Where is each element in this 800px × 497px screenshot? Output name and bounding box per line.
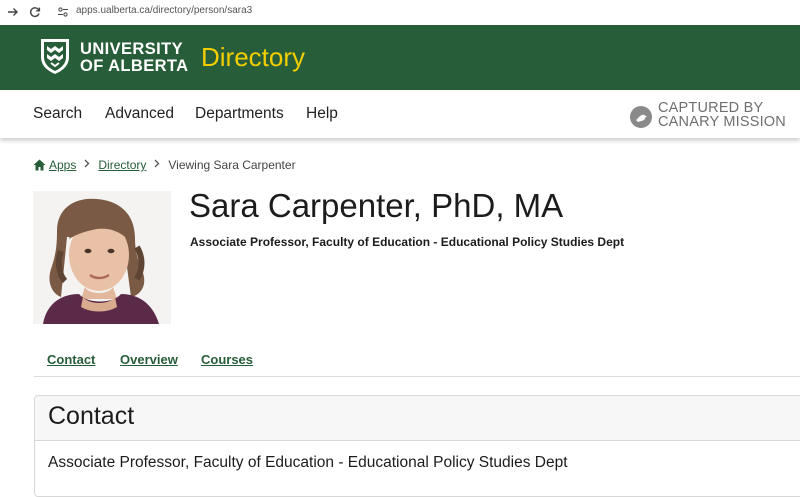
canary-text: CAPTURED BY CANARY MISSION <box>658 100 786 130</box>
browser-url-bar: apps.ualberta.ca/directory/person/sara3 <box>0 0 800 24</box>
section-title[interactable]: Directory <box>201 42 305 73</box>
home-icon[interactable] <box>33 159 46 171</box>
university-crest-icon[interactable] <box>39 37 71 80</box>
person-title: Associate Professor, Faculty of Educatio… <box>190 235 625 249</box>
breadcrumb-current: Viewing Sara Carpenter <box>168 158 296 172</box>
site-settings-icon[interactable] <box>54 3 72 21</box>
contact-heading: Contact <box>48 402 135 430</box>
contact-card: Contact Associate Professor, Faculty of … <box>34 395 800 497</box>
university-wordmark[interactable]: UNIVERSITY OF ALBERTA <box>80 41 189 75</box>
canary-line-2: CANARY MISSION <box>658 114 786 130</box>
university-line-2: OF ALBERTA <box>80 57 189 75</box>
profile-photo <box>33 191 171 324</box>
breadcrumb: Apps Directory Viewing Sara Carpenter <box>33 158 296 172</box>
canary-mission-watermark: CAPTURED BY CANARY MISSION <box>629 100 789 134</box>
breadcrumb-apps[interactable]: Apps <box>49 158 76 172</box>
canary-line-1: CAPTURED BY <box>658 100 764 116</box>
nav-departments[interactable]: Departments <box>195 105 284 123</box>
tabs-divider <box>34 376 800 377</box>
person-name: Sara Carpenter, PhD, MA <box>189 187 564 224</box>
breadcrumb-directory[interactable]: Directory <box>98 158 146 172</box>
tab-courses[interactable]: Courses <box>201 352 253 367</box>
chevron-right-icon <box>84 159 90 171</box>
brand-header: UNIVERSITY OF ALBERTA Directory <box>0 25 800 90</box>
forward-arrow-icon[interactable] <box>4 3 22 21</box>
url-text[interactable]: apps.ualberta.ca/directory/person/sara3 <box>76 5 252 16</box>
tab-overview[interactable]: Overview <box>120 352 178 367</box>
university-line-1: UNIVERSITY <box>80 40 184 58</box>
tab-contact[interactable]: Contact <box>47 352 95 367</box>
reload-icon[interactable] <box>26 3 44 21</box>
chevron-right-icon <box>154 159 160 171</box>
nav-search[interactable]: Search <box>33 105 82 123</box>
contact-card-header: Contact <box>35 396 800 441</box>
canary-bird-icon <box>629 105 653 134</box>
contact-position: Associate Professor, Faculty of Educatio… <box>48 454 568 471</box>
nav-help[interactable]: Help <box>306 105 338 123</box>
nav-advanced[interactable]: Advanced <box>105 105 174 123</box>
